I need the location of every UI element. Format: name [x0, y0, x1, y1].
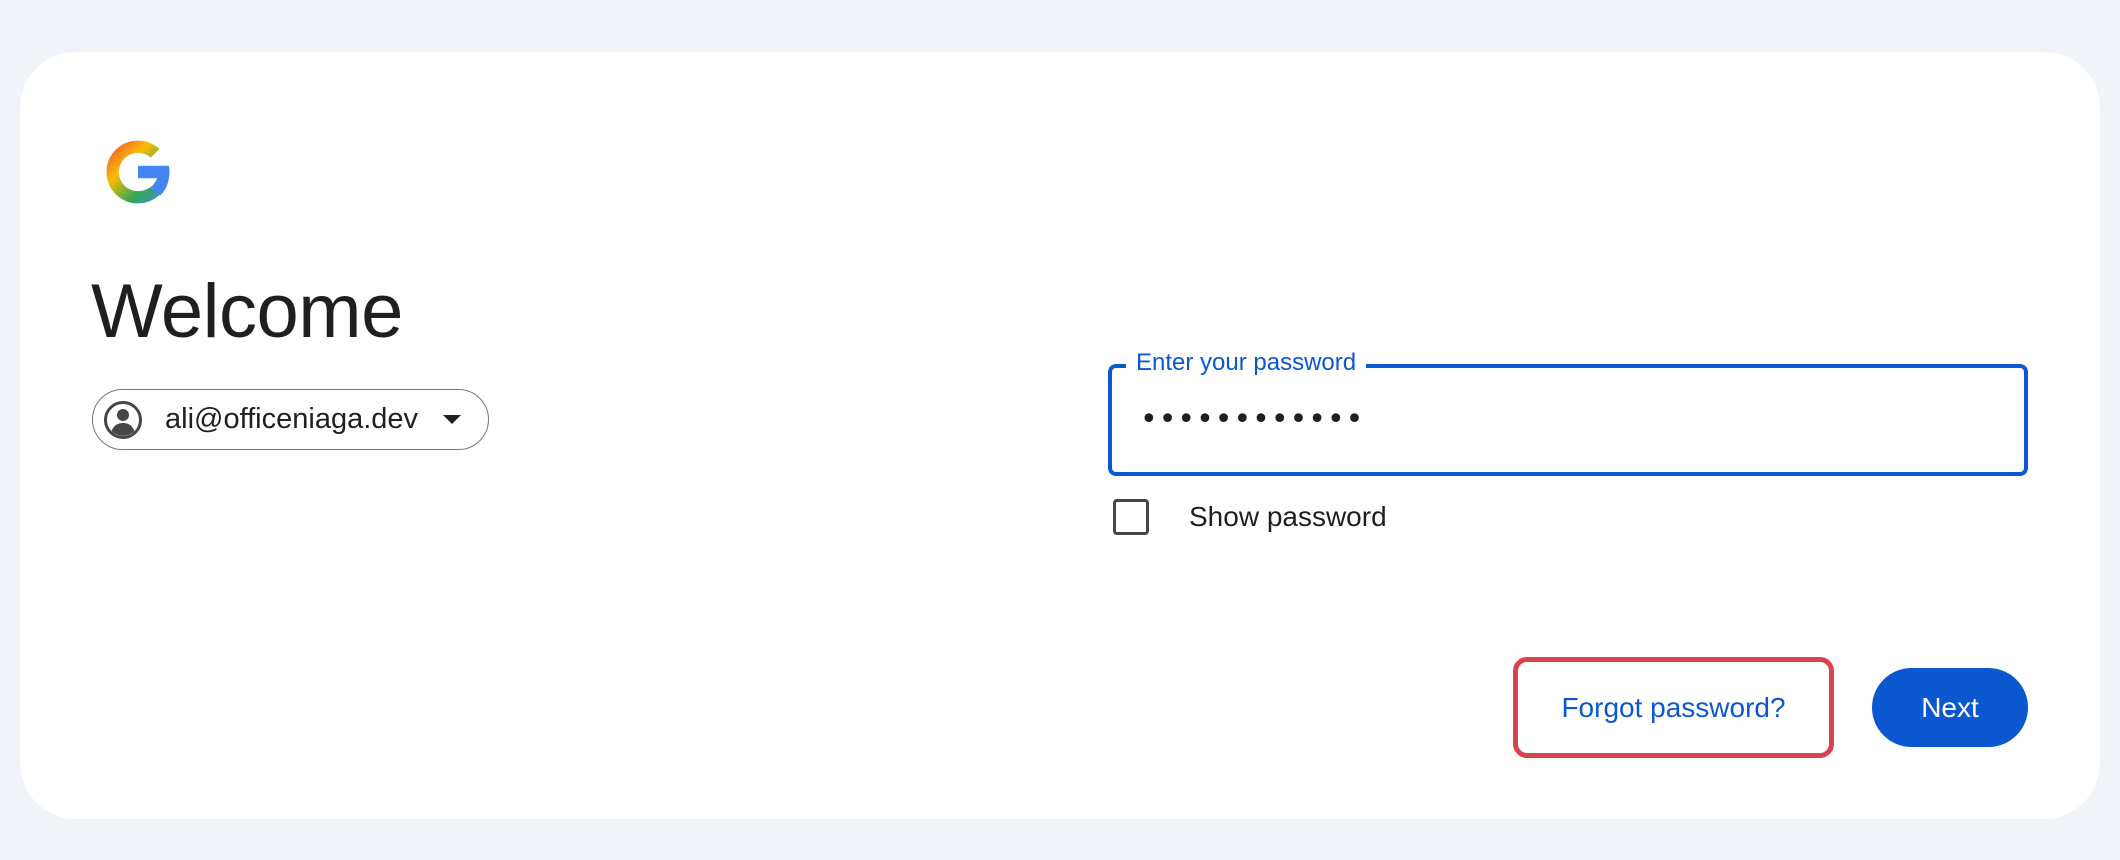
password-field-label: Enter your password — [1126, 346, 1367, 380]
show-password-label[interactable]: Show password — [1189, 497, 1387, 537]
account-circle-icon — [104, 401, 142, 439]
next-button[interactable]: Next — [1872, 668, 2028, 747]
forgot-password-button[interactable]: Forgot password? — [1513, 657, 1834, 758]
page-title: Welcome — [91, 269, 403, 354]
password-input[interactable] — [1140, 394, 2000, 444]
show-password-checkbox[interactable] — [1113, 499, 1149, 535]
caret-down-icon — [443, 415, 461, 424]
show-password-toggle[interactable]: Show password — [1113, 497, 1387, 537]
google-g-icon — [106, 140, 172, 204]
account-chooser-chip[interactable]: ali@officeniaga.dev — [92, 389, 489, 450]
account-email: ali@officeniaga.dev — [165, 403, 419, 435]
